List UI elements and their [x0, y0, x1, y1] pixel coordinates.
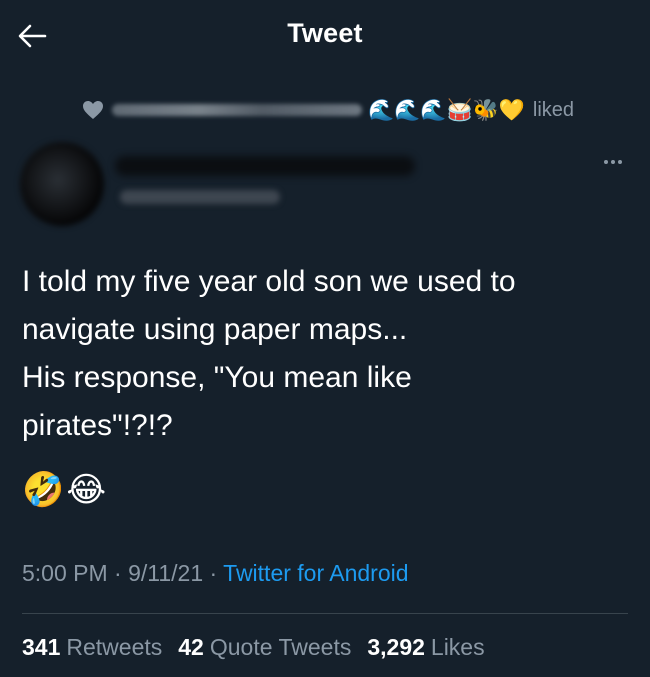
- author-block[interactable]: [20, 138, 580, 228]
- more-horizontal-icon: [618, 160, 622, 164]
- quote-tweets-stat[interactable]: 42 Quote Tweets: [178, 634, 351, 661]
- page-title: Tweet: [287, 18, 363, 48]
- quote-tweets-label: Quote Tweets: [209, 634, 352, 660]
- retweets-stat[interactable]: 341 Retweets: [22, 634, 162, 661]
- avatar[interactable]: [20, 142, 104, 226]
- redacted-username: [120, 190, 280, 204]
- redacted-display-name: [115, 156, 415, 176]
- heart-icon: [83, 101, 103, 119]
- meta-separator: ·: [107, 560, 129, 586]
- likes-count: 3,292: [367, 634, 425, 660]
- likes-stat[interactable]: 3,292 Likes: [367, 634, 484, 661]
- retweets-label: Retweets: [66, 634, 163, 660]
- social-context[interactable]: 🌊🌊🌊🥁🐝💛 liked: [80, 92, 574, 128]
- top-bar: Tweet: [0, 0, 650, 70]
- tweet-text: I told my five year old son we used to n…: [22, 265, 516, 442]
- meta-separator: ·: [203, 560, 224, 586]
- tweet-metadata: 5:00 PM · 9/11/21 · Twitter for Android: [22, 560, 409, 587]
- likes-label: Likes: [430, 634, 485, 660]
- redacted-liker-names: [112, 104, 362, 116]
- retweets-count: 341: [22, 634, 61, 660]
- tweet-source-link[interactable]: Twitter for Android: [223, 560, 408, 586]
- tweet-emojis: 🤣😂: [22, 471, 109, 509]
- tweet-date[interactable]: 9/11/21: [128, 560, 203, 586]
- more-horizontal-icon: [604, 160, 608, 164]
- liked-label: liked: [532, 98, 575, 121]
- tweet-time[interactable]: 5:00 PM: [22, 560, 108, 586]
- engagement-stats: 341 Retweets 42 Quote Tweets 3,292 Likes: [22, 634, 485, 661]
- liker-name-emojis: 🌊🌊🌊🥁🐝💛: [368, 98, 525, 122]
- more-horizontal-icon: [611, 160, 615, 164]
- quote-tweets-count: 42: [178, 634, 204, 660]
- divider: [22, 613, 628, 614]
- more-options-button[interactable]: [598, 152, 628, 172]
